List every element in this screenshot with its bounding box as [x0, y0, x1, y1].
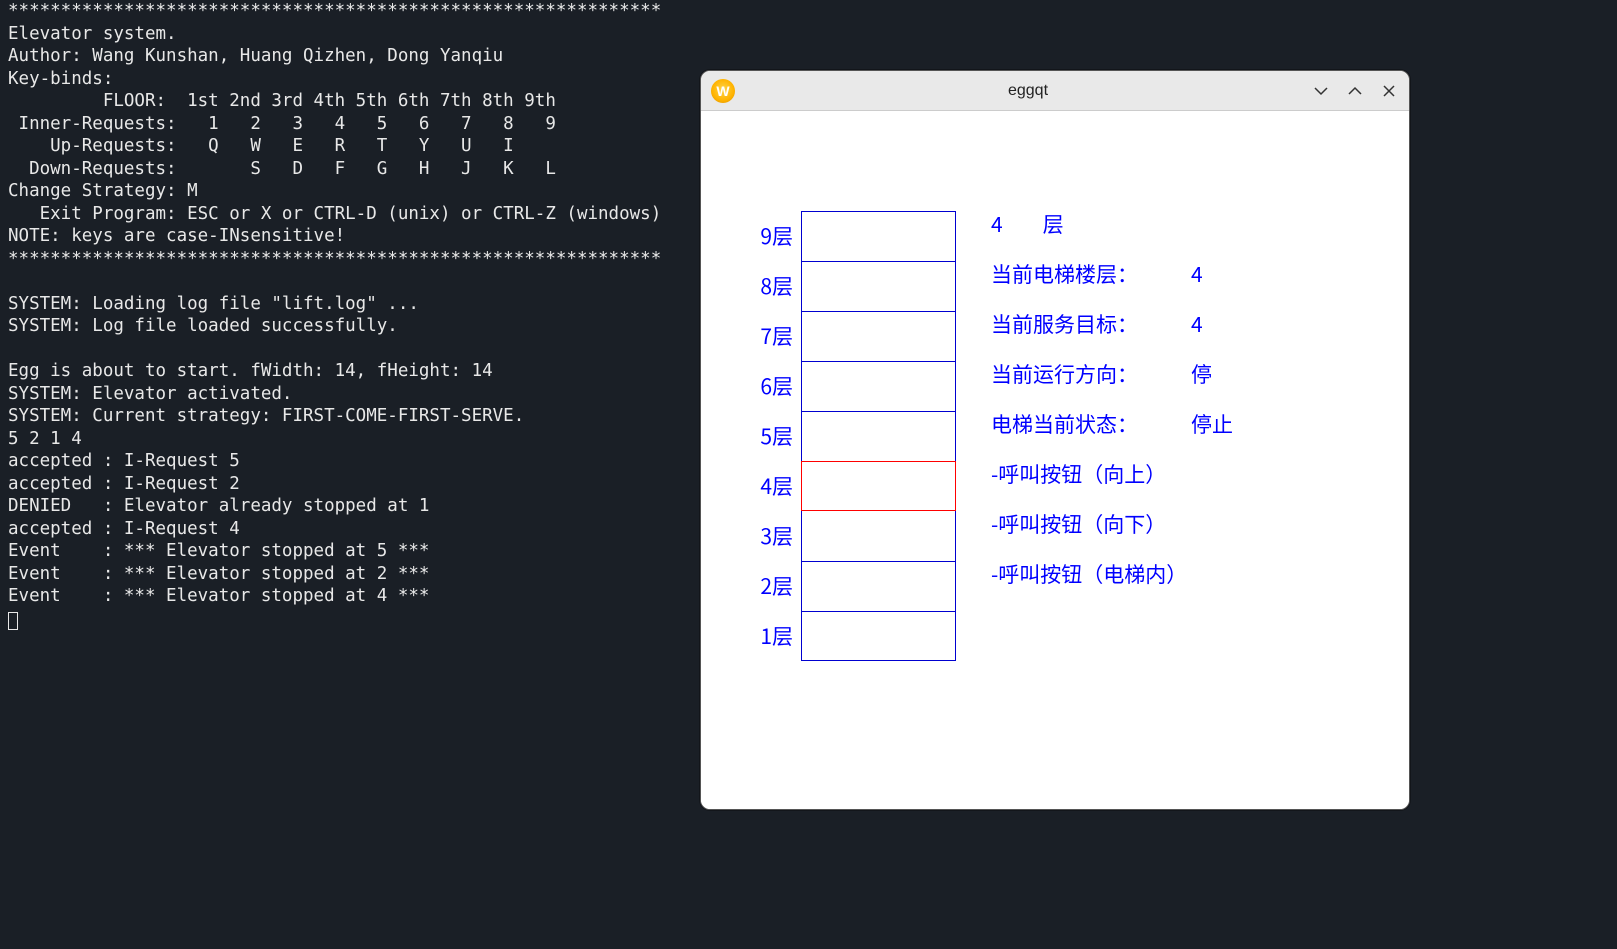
floor-cell-9[interactable]	[801, 211, 956, 261]
terminal-separator-bottom: ****************************************…	[8, 249, 661, 269]
display-floor-indicator: 4 层	[991, 211, 1251, 237]
terminal-floor-header: FLOOR: 1st 2nd 3rd 4th 5th 6th 7th 8th 9…	[8, 91, 556, 111]
elevator-shaft: 9层 8层 7层 6层 5层 4层	[751, 211, 956, 661]
terminal-author: Author: Wang Kunshan, Huang Qizhen, Dong…	[8, 46, 503, 66]
floor-row-9: 9层	[751, 211, 956, 261]
display-floor-unit: 层	[1043, 209, 1103, 239]
eggqt-window: W eggqt 9层 8层 7层	[700, 70, 1410, 810]
close-icon	[1381, 83, 1397, 99]
floor-label: 6层	[751, 371, 801, 401]
terminal-log-1: SYSTEM: Loading log file "lift.log" ...	[8, 294, 419, 314]
terminal-separator-top: ****************************************…	[8, 1, 661, 21]
maximize-button[interactable]	[1345, 81, 1365, 101]
floor-row-1: 1层	[751, 611, 956, 661]
terminal-log-5: SYSTEM: Elevator activated.	[8, 384, 292, 404]
terminal-title: Elevator system.	[8, 24, 177, 44]
status-direction: 当前运行方向： 停	[991, 361, 1251, 387]
floor-row-7: 7层	[751, 311, 956, 361]
terminal-log-12: Event : *** Elevator stopped at 5 ***	[8, 541, 429, 561]
call-button-inner-label: -呼叫按钮（电梯内）	[991, 561, 1251, 587]
terminal-strategy: Change Strategy: M	[8, 181, 198, 201]
gui-canvas: 9层 8层 7层 6层 5层 4层	[701, 111, 1409, 809]
floor-row-2: 2层	[751, 561, 956, 611]
status-value: 4	[1191, 259, 1251, 289]
terminal-log-4: Egg is about to start. fWidth: 14, fHeig…	[8, 361, 493, 381]
terminal-log-7: 5 2 1 4	[8, 429, 82, 449]
floor-row-3: 3层	[751, 511, 956, 561]
status-label: 当前运行方向：	[991, 359, 1191, 389]
status-value: 停止	[1191, 409, 1251, 439]
terminal-inner-requests: Inner-Requests: 1 2 3 4 5 6 7 8 9	[8, 114, 556, 134]
button-legend: -呼叫按钮（向下）	[991, 509, 1191, 539]
terminal-keybinds-label: Key-binds:	[8, 69, 113, 89]
terminal-log-8: accepted : I-Request 5	[8, 451, 240, 471]
terminal-note: NOTE: keys are case-INsensitive!	[8, 226, 345, 246]
terminal-down-requests: Down-Requests: S D F G H J K L	[8, 159, 556, 179]
display-floor-number: 4	[991, 209, 1003, 239]
floor-row-5: 5层	[751, 411, 956, 461]
status-label: 电梯当前状态：	[991, 409, 1191, 439]
call-button-down-label: -呼叫按钮（向下）	[991, 511, 1251, 537]
window-titlebar[interactable]: W eggqt	[701, 71, 1409, 111]
terminal-log-6: SYSTEM: Current strategy: FIRST-COME-FIR…	[8, 406, 524, 426]
floor-row-8: 8层	[751, 261, 956, 311]
floor-label: 3层	[751, 521, 801, 551]
floor-label: 8层	[751, 271, 801, 301]
floor-label: 1层	[751, 621, 801, 651]
status-label: 当前服务目标：	[991, 309, 1191, 339]
terminal-cursor	[8, 612, 18, 630]
floor-cell-7[interactable]	[801, 311, 956, 361]
status-current-floor: 当前电梯楼层： 4	[991, 261, 1251, 287]
status-value: 4	[1191, 309, 1251, 339]
terminal-log-11: accepted : I-Request 4	[8, 519, 240, 539]
button-legend: -呼叫按钮（电梯内）	[991, 559, 1191, 589]
chevron-up-icon	[1347, 83, 1363, 99]
floor-cell-2[interactable]	[801, 561, 956, 611]
floor-label: 2层	[751, 571, 801, 601]
terminal-output[interactable]: ****************************************…	[0, 0, 700, 630]
floor-cell-8[interactable]	[801, 261, 956, 311]
window-title: eggqt	[745, 82, 1311, 100]
close-button[interactable]	[1379, 81, 1399, 101]
floor-row-6: 6层	[751, 361, 956, 411]
floor-label: 4层	[751, 471, 801, 501]
floor-label: 5层	[751, 421, 801, 451]
terminal-log-10: DENIED : Elevator already stopped at 1	[8, 496, 429, 516]
floor-label: 9层	[751, 221, 801, 251]
floor-label: 7层	[751, 321, 801, 351]
floor-cell-6[interactable]	[801, 361, 956, 411]
chevron-down-icon	[1313, 83, 1329, 99]
status-label: 当前电梯楼层：	[991, 259, 1191, 289]
button-legend: -呼叫按钮（向上）	[991, 459, 1191, 489]
terminal-log-9: accepted : I-Request 2	[8, 474, 240, 494]
terminal-log-14: Event : *** Elevator stopped at 4 ***	[8, 586, 429, 606]
status-value: 停	[1191, 359, 1251, 389]
floor-cell-4-current[interactable]	[801, 461, 956, 511]
floor-cell-3[interactable]	[801, 511, 956, 561]
floor-cell-5[interactable]	[801, 411, 956, 461]
status-target: 当前服务目标： 4	[991, 311, 1251, 337]
call-button-up-label: -呼叫按钮（向上）	[991, 461, 1251, 487]
terminal-log-2: SYSTEM: Log file loaded successfully.	[8, 316, 398, 336]
status-state: 电梯当前状态： 停止	[991, 411, 1251, 437]
terminal-log-13: Event : *** Elevator stopped at 2 ***	[8, 564, 429, 584]
floor-row-4: 4层	[751, 461, 956, 511]
app-icon: W	[711, 79, 735, 103]
minimize-button[interactable]	[1311, 81, 1331, 101]
terminal-up-requests: Up-Requests: Q W E R T Y U I	[8, 136, 514, 156]
floor-cell-1[interactable]	[801, 611, 956, 661]
terminal-exit: Exit Program: ESC or X or CTRL-D (unix) …	[8, 204, 661, 224]
status-panel: 4 层 当前电梯楼层： 4 当前服务目标： 4 当前运行方向： 停 电梯当前状态…	[991, 211, 1251, 611]
